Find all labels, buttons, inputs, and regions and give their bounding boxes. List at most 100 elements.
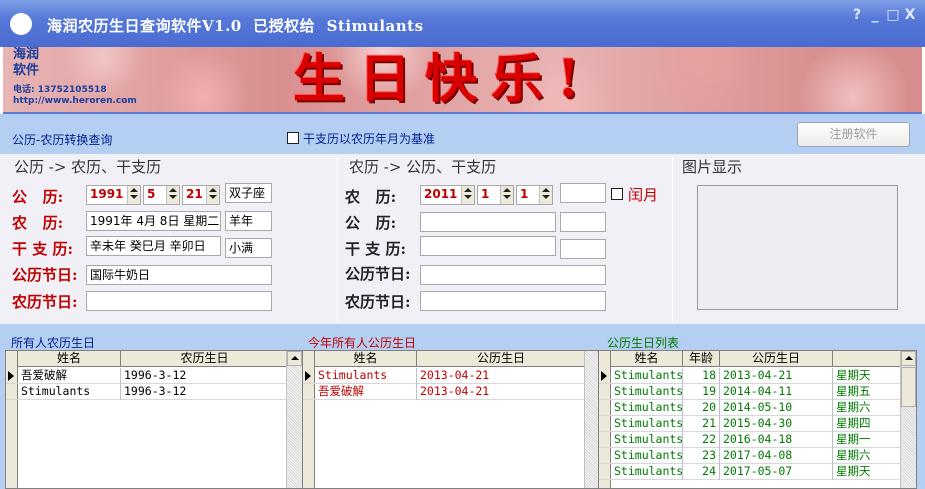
scroll-up-icon[interactable] bbox=[287, 351, 302, 366]
cell-name[interactable]: Stimulants bbox=[18, 384, 121, 400]
vertical-scrollbar[interactable] bbox=[900, 351, 916, 488]
solar-output-field[interactable] bbox=[420, 212, 556, 232]
picture-section-title: 图片显示 bbox=[682, 158, 743, 176]
solar-year-spinner[interactable]: 1991 bbox=[86, 185, 141, 205]
cell-date[interactable]: 2015-04-30 bbox=[720, 416, 833, 432]
cell-name[interactable]: Stimulants bbox=[611, 400, 683, 416]
cell-name[interactable]: 吾爱破解 bbox=[18, 368, 121, 384]
cell-date[interactable]: 2014-04-11 bbox=[720, 384, 833, 400]
cell-age[interactable]: 19 bbox=[683, 384, 720, 400]
column-header-lunar-birthday[interactable]: 农历生日 bbox=[121, 351, 289, 367]
cell-name[interactable]: Stimulants bbox=[611, 432, 683, 448]
column-header-solar-birthday[interactable]: 公历生日 bbox=[720, 351, 833, 367]
spinner-arrows-icon[interactable] bbox=[539, 186, 552, 204]
cell-age[interactable]: 18 bbox=[683, 368, 720, 384]
close-icon[interactable]: X bbox=[903, 7, 917, 23]
lunar-year-spinner[interactable]: 2011 bbox=[420, 185, 475, 205]
lunar-day-spinner[interactable]: 1 bbox=[516, 185, 553, 205]
cell-name[interactable]: Stimulants bbox=[611, 464, 683, 480]
cell-date[interactable]: 2014-05-10 bbox=[720, 400, 833, 416]
register-button[interactable]: 注册软件 bbox=[797, 122, 910, 147]
vertical-scrollbar[interactable] bbox=[286, 351, 302, 488]
solar-year-value: 1991 bbox=[90, 187, 124, 201]
spinner-arrows-icon[interactable] bbox=[127, 186, 140, 204]
column-header-name[interactable]: 姓名 bbox=[315, 351, 417, 367]
cell-age[interactable]: 24 bbox=[683, 464, 720, 480]
spinner-arrows-icon[interactable] bbox=[166, 186, 179, 204]
cell-date[interactable]: 2016-04-18 bbox=[720, 432, 833, 448]
spinner-arrows-icon[interactable] bbox=[461, 186, 474, 204]
solar-day-spinner[interactable]: 21 bbox=[182, 185, 220, 205]
zodiac-field[interactable]: 双子座 bbox=[225, 183, 272, 203]
scroll-up-icon[interactable] bbox=[901, 351, 916, 366]
help-icon[interactable]: ? bbox=[850, 7, 864, 23]
cell-date[interactable]: 2017-05-07 bbox=[720, 464, 833, 480]
column-header-age[interactable]: 年龄 bbox=[683, 351, 720, 367]
table-row[interactable]: Stimulants 1996-3-12 bbox=[6, 384, 289, 400]
cell-date[interactable]: 2013-04-21 bbox=[417, 368, 586, 384]
cell-age[interactable]: 23 bbox=[683, 448, 720, 464]
cell-age[interactable]: 22 bbox=[683, 432, 720, 448]
grid-header: 姓名 年龄 公历生日 bbox=[599, 351, 903, 367]
cell-age[interactable]: 20 bbox=[683, 400, 720, 416]
cell-date[interactable]: 2013-04-21 bbox=[417, 384, 586, 400]
lunar-date-field[interactable]: 1991年 4月 8日 星期二 bbox=[86, 211, 221, 231]
cell-weekday[interactable]: 星期六 bbox=[833, 448, 903, 464]
column-header-weekday[interactable] bbox=[833, 351, 903, 367]
cell-weekday[interactable]: 星期四 bbox=[833, 416, 903, 432]
this-year-birthday-grid[interactable]: 姓名 公历生日 Stimulants 2013-04-21 吾爱破解 2013-… bbox=[302, 350, 601, 489]
cell-name[interactable]: Stimulants bbox=[611, 384, 683, 400]
maximize-icon[interactable]: □ bbox=[886, 7, 900, 23]
spinner-arrows-icon[interactable] bbox=[500, 186, 513, 204]
table-row[interactable]: Stimulants 20 2014-05-10 星期六 bbox=[599, 400, 903, 416]
table-row[interactable]: Stimulants 21 2015-04-30 星期四 bbox=[599, 416, 903, 432]
cell-weekday[interactable]: 星期天 bbox=[833, 464, 903, 480]
ganzhi-field[interactable]: 辛未年 癸巳月 辛卯日 bbox=[86, 236, 221, 256]
ganzhi-checkbox[interactable] bbox=[287, 132, 299, 144]
birthday-list-grid[interactable]: 姓名 年龄 公历生日 Stimulants 18 2013-04-21 星期天 … bbox=[598, 350, 917, 489]
cell-date[interactable]: 1996-3-12 bbox=[121, 368, 289, 384]
table-row[interactable]: 吾爱破解 2013-04-21 bbox=[303, 384, 586, 400]
ganzhi-output-field[interactable] bbox=[420, 236, 556, 256]
column-header-solar-birthday[interactable]: 公历生日 bbox=[417, 351, 586, 367]
leap-month-checkbox[interactable] bbox=[611, 188, 623, 200]
cell-age[interactable]: 21 bbox=[683, 416, 720, 432]
cell-weekday[interactable]: 星期一 bbox=[833, 432, 903, 448]
lunar-month-spinner[interactable]: 1 bbox=[477, 185, 514, 205]
table-row[interactable]: Stimulants 2013-04-21 bbox=[303, 368, 586, 384]
solar-term-field[interactable]: 小满 bbox=[225, 238, 272, 258]
cell-name[interactable]: Stimulants bbox=[611, 416, 683, 432]
table-row[interactable]: Stimulants 19 2014-04-11 星期五 bbox=[599, 384, 903, 400]
cell-weekday[interactable]: 星期天 bbox=[833, 368, 903, 384]
table-row[interactable]: 吾爱破解 1996-3-12 bbox=[6, 368, 289, 384]
minimize-icon[interactable]: _ bbox=[868, 7, 882, 23]
cell-name[interactable]: 吾爱破解 bbox=[315, 384, 417, 400]
lunar-birthday-grid[interactable]: 姓名 农历生日 吾爱破解 1996-3-12 Stimulants 1996-3… bbox=[5, 350, 303, 489]
lunar-festival-output-field[interactable] bbox=[420, 291, 606, 311]
lunar-festival-output-label: 农历节日: bbox=[345, 293, 411, 311]
solar-festival-field[interactable]: 国际牛奶日 bbox=[86, 265, 272, 285]
table-row[interactable]: Stimulants 22 2016-04-18 星期一 bbox=[599, 432, 903, 448]
cell-name[interactable]: Stimulants bbox=[315, 368, 417, 384]
table-row[interactable]: Stimulants 18 2013-04-21 星期天 bbox=[599, 368, 903, 384]
cell-weekday[interactable]: 星期五 bbox=[833, 384, 903, 400]
cell-weekday[interactable]: 星期六 bbox=[833, 400, 903, 416]
animal-year-field[interactable]: 羊年 bbox=[225, 211, 272, 231]
cell-name[interactable]: Stimulants bbox=[611, 448, 683, 464]
cell-name[interactable]: Stimulants bbox=[611, 368, 683, 384]
solar-festival-output-field[interactable] bbox=[420, 265, 606, 285]
column-header-name[interactable]: 姓名 bbox=[18, 351, 121, 367]
cell-date[interactable]: 1996-3-12 bbox=[121, 384, 289, 400]
column-header-name[interactable]: 姓名 bbox=[611, 351, 683, 367]
table-row[interactable]: Stimulants 24 2017-05-07 星期天 bbox=[599, 464, 903, 480]
solar-month-spinner[interactable]: 5 bbox=[143, 185, 180, 205]
lunar-festival-field[interactable] bbox=[86, 291, 272, 311]
ganzhi-output-extra-field[interactable] bbox=[560, 239, 606, 259]
table-row[interactable]: Stimulants 23 2017-04-08 星期六 bbox=[599, 448, 903, 464]
lunar-extra-field[interactable] bbox=[560, 183, 606, 203]
spinner-arrows-icon[interactable] bbox=[206, 186, 219, 204]
solar-output-extra-field[interactable] bbox=[560, 212, 606, 232]
cell-date[interactable]: 2017-04-08 bbox=[720, 448, 833, 464]
cell-date[interactable]: 2013-04-21 bbox=[720, 368, 833, 384]
scroll-thumb[interactable] bbox=[901, 367, 916, 407]
